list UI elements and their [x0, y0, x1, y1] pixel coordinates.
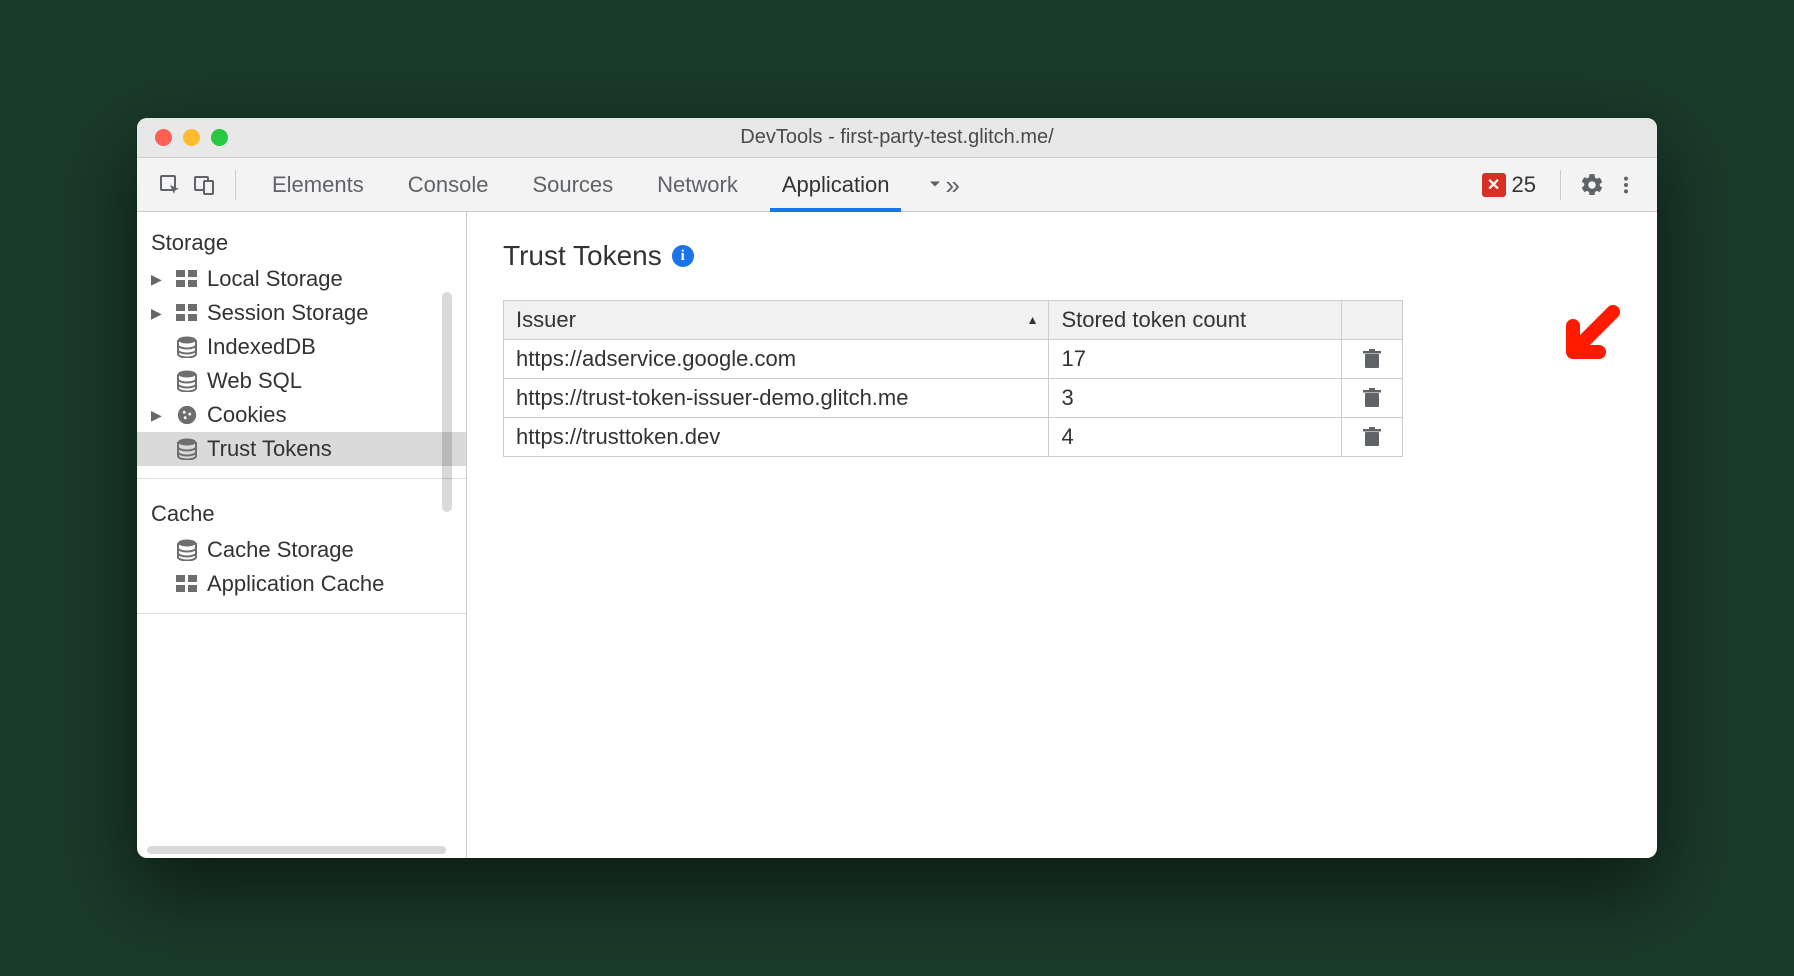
annotation-arrow-icon [1553, 302, 1623, 372]
error-count-badge[interactable]: ✕ 25 [1472, 172, 1546, 198]
database-icon [175, 438, 199, 460]
inspect-element-icon[interactable] [153, 168, 187, 202]
sidebar-item-trust-tokens[interactable]: ▶ Trust Tokens [137, 432, 466, 466]
sidebar-item-label: Cache Storage [207, 537, 354, 563]
panel-body: Storage ▶ Local Storage ▶ Session Storag… [137, 212, 1657, 858]
database-icon [175, 539, 199, 561]
column-header-actions [1342, 301, 1403, 340]
database-icon [175, 370, 199, 392]
expand-arrow-icon[interactable]: ▶ [151, 305, 167, 322]
panel-title: Trust Tokens i [503, 240, 1621, 272]
column-header-label: Issuer [516, 307, 576, 332]
sidebar-item-cookies[interactable]: ▶ Cookies [137, 398, 466, 432]
window-title: DevTools - first-party-test.glitch.me/ [137, 126, 1657, 149]
table-row[interactable]: https://trust-token-issuer-demo.glitch.m… [504, 379, 1403, 418]
sidebar-item-cache-storage[interactable]: ▶ Cache Storage [137, 533, 466, 567]
table-row[interactable]: https://adservice.google.com 17 [504, 340, 1403, 379]
expand-arrow-icon[interactable]: ▶ [151, 271, 167, 288]
application-sidebar: Storage ▶ Local Storage ▶ Session Storag… [137, 212, 467, 858]
tab-elements[interactable]: Elements [250, 158, 386, 211]
main-content: Trust Tokens i Issuer ▲ Stored token cou… [467, 212, 1657, 858]
devtools-toolbar: Elements Console Sources Network Applica… [137, 158, 1657, 212]
cell-issuer: https://trusttoken.dev [504, 418, 1049, 457]
more-tabs-button[interactable]: » [911, 158, 973, 211]
device-toolbar-icon[interactable] [187, 168, 221, 202]
cookie-icon [175, 404, 199, 426]
minimize-window-button[interactable] [183, 129, 200, 146]
sidebar-item-label: Web SQL [207, 368, 302, 394]
sidebar-item-label: Cookies [207, 402, 286, 428]
info-icon[interactable]: i [672, 245, 694, 267]
sidebar-section-storage: Storage [137, 220, 466, 262]
tab-network[interactable]: Network [635, 158, 760, 211]
expand-arrow-icon[interactable]: ▶ [151, 407, 167, 424]
sidebar-divider [137, 478, 466, 479]
horizontal-scrollbar[interactable] [147, 846, 446, 854]
trust-tokens-table: Issuer ▲ Stored token count https://adse… [503, 300, 1403, 457]
sidebar-item-session-storage[interactable]: ▶ Session Storage [137, 296, 466, 330]
sort-ascending-icon: ▲ [1027, 313, 1039, 327]
sidebar-item-label: Application Cache [207, 571, 384, 597]
panel-tabs: Elements Console Sources Network Applica… [250, 158, 974, 211]
delete-token-button[interactable] [1354, 349, 1390, 369]
table-icon [175, 270, 199, 288]
vertical-scrollbar[interactable] [442, 292, 452, 512]
panel-title-text: Trust Tokens [503, 240, 662, 272]
cell-issuer: https://adservice.google.com [504, 340, 1049, 379]
cell-count: 4 [1049, 418, 1342, 457]
sidebar-item-label: Local Storage [207, 266, 343, 292]
sidebar-item-websql[interactable]: ▶ Web SQL [137, 364, 466, 398]
tab-console[interactable]: Console [386, 158, 511, 211]
column-header-count[interactable]: Stored token count [1049, 301, 1342, 340]
titlebar: DevTools - first-party-test.glitch.me/ [137, 118, 1657, 158]
settings-icon[interactable] [1575, 168, 1609, 202]
cell-count: 17 [1049, 340, 1342, 379]
kebab-menu-icon[interactable] [1609, 168, 1643, 202]
delete-token-button[interactable] [1354, 388, 1390, 408]
tab-application[interactable]: Application [760, 158, 912, 211]
error-count: 25 [1512, 172, 1536, 198]
sidebar-item-label: IndexedDB [207, 334, 316, 360]
column-header-issuer[interactable]: Issuer ▲ [504, 301, 1049, 340]
tab-sources[interactable]: Sources [510, 158, 635, 211]
maximize-window-button[interactable] [211, 129, 228, 146]
cell-count: 3 [1049, 379, 1342, 418]
column-header-label: Stored token count [1061, 307, 1246, 332]
sidebar-item-label: Trust Tokens [207, 436, 332, 462]
devtools-window: DevTools - first-party-test.glitch.me/ E… [137, 118, 1657, 858]
toolbar-divider [235, 170, 236, 200]
table-icon [175, 304, 199, 322]
sidebar-item-indexeddb[interactable]: ▶ IndexedDB [137, 330, 466, 364]
error-icon: ✕ [1482, 173, 1506, 197]
sidebar-section-cache: Cache [137, 491, 466, 533]
window-controls [137, 129, 228, 146]
cell-issuer: https://trust-token-issuer-demo.glitch.m… [504, 379, 1049, 418]
toolbar-divider [1560, 170, 1561, 200]
sidebar-item-label: Session Storage [207, 300, 368, 326]
sidebar-item-local-storage[interactable]: ▶ Local Storage [137, 262, 466, 296]
delete-token-button[interactable] [1354, 427, 1390, 447]
table-row[interactable]: https://trusttoken.dev 4 [504, 418, 1403, 457]
sidebar-item-application-cache[interactable]: ▶ Application Cache [137, 567, 466, 601]
close-window-button[interactable] [155, 129, 172, 146]
sidebar-divider [137, 613, 466, 614]
database-icon [175, 336, 199, 358]
table-icon [175, 575, 199, 593]
